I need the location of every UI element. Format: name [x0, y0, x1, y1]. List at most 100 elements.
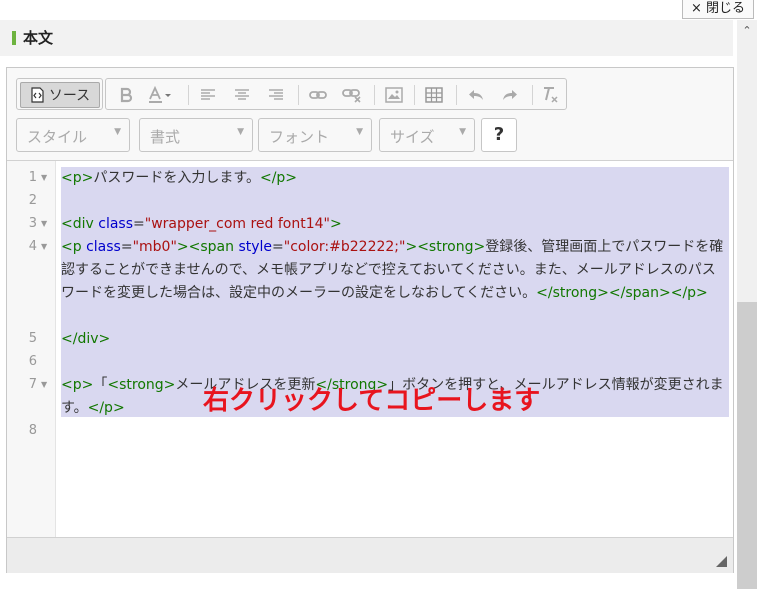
unlink-icon: [342, 89, 361, 103]
toolbar-separator: [532, 85, 533, 105]
attr-eq: =: [133, 216, 145, 232]
undo-icon: [469, 90, 483, 100]
font-color-button[interactable]: [144, 82, 180, 108]
chevron-down-icon: ▼: [459, 127, 466, 137]
align-left-button[interactable]: [194, 82, 222, 108]
size-dropdown[interactable]: サイズ ▼: [379, 118, 475, 152]
line-number: 7: [28, 377, 37, 392]
toolbar-group-formatting: [105, 78, 567, 110]
annotation-text: 右クリックしてコピーします: [203, 386, 541, 416]
source-icon: [31, 87, 44, 103]
remove-format-button[interactable]: [536, 82, 564, 108]
align-right-button[interactable]: [262, 82, 290, 108]
attr-value: "wrapper_com red font14": [144, 216, 330, 232]
toolbar-separator: [456, 85, 457, 105]
scrollbar-thumb[interactable]: [737, 302, 757, 589]
source-code-area[interactable]: 1 ▼ 2 3 ▼ 4 ▼ 5 6 7 ▼ 8 <p>パスワードを入力します。<…: [7, 161, 733, 537]
undo-button[interactable]: [462, 82, 490, 108]
html-tag: >: [329, 216, 342, 232]
style-dropdown[interactable]: スタイル ▼: [16, 118, 130, 152]
fold-arrow-icon[interactable]: ▼: [41, 242, 47, 251]
attr-value: "color:#b22222;": [283, 239, 406, 255]
attr-eq: =: [272, 239, 284, 255]
line-number: 4: [28, 239, 37, 254]
attr-name: style: [238, 239, 273, 255]
align-right-icon: [269, 89, 283, 100]
source-button-label: ソース: [48, 88, 91, 104]
code-line-3: <div class="wrapper_com red font14">: [61, 213, 725, 236]
html-tag: </p>: [87, 400, 125, 416]
html-tag: <strong>: [107, 377, 176, 393]
line-number: 5: [28, 331, 37, 346]
link-button[interactable]: [304, 82, 332, 108]
table-icon: [425, 87, 443, 103]
align-center-button[interactable]: [228, 82, 256, 108]
code-line-5: </div>: [61, 328, 725, 351]
unlink-button[interactable]: [338, 82, 366, 108]
line-number: 3: [28, 216, 37, 231]
line-number: 1: [28, 170, 37, 185]
chevron-down-icon: ▼: [237, 127, 244, 137]
resize-handle-icon[interactable]: [716, 556, 727, 567]
help-button[interactable]: ?: [481, 118, 517, 152]
code-line-4: <p class="mb0"><span style="color:#b2222…: [61, 236, 725, 305]
fold-arrow-icon[interactable]: ▼: [41, 173, 47, 182]
html-tag: </span>: [608, 285, 671, 301]
size-dropdown-label: サイズ: [390, 128, 435, 146]
text-node: 「: [93, 377, 108, 393]
bold-icon: [120, 87, 133, 103]
chevron-down-icon: ▼: [114, 127, 121, 137]
attr-name: class: [86, 239, 121, 255]
scroll-up-icon[interactable]: ⌃: [737, 24, 757, 40]
image-button[interactable]: [380, 82, 408, 108]
bold-button[interactable]: [112, 82, 140, 108]
html-tag: <strong>: [417, 239, 486, 255]
link-icon: [309, 91, 327, 99]
rich-text-editor: ソース スタイル ▼ 書式 ▼ フォント ▼ サイズ ▼ ? 1 ▼ 2 3 ▼…: [6, 67, 734, 573]
style-dropdown-label: スタイル: [27, 128, 88, 146]
attr-eq: =: [120, 239, 133, 255]
html-tag: >: [176, 239, 189, 255]
section-title: 本文: [23, 29, 54, 47]
align-left-icon: [201, 89, 215, 100]
toolbar-separator: [374, 85, 375, 105]
toolbar-separator: [188, 85, 189, 105]
code-line-1: <p>パスワードを入力します。</p>: [61, 167, 725, 190]
font-color-icon: [149, 86, 171, 103]
source-button[interactable]: ソース: [20, 82, 100, 108]
html-tag: <div: [61, 216, 99, 232]
html-tag: <p>: [61, 170, 94, 186]
redo-button[interactable]: [496, 82, 524, 108]
fold-arrow-icon[interactable]: ▼: [41, 380, 47, 389]
attr-name: class: [98, 216, 134, 232]
close-button[interactable]: × 閉じる: [682, 0, 754, 19]
font-dropdown-label: フォント: [269, 128, 330, 146]
html-tag: <p>: [61, 377, 94, 393]
format-dropdown[interactable]: 書式 ▼: [139, 118, 253, 152]
attr-value: "mb0": [132, 239, 177, 255]
html-tag: </strong>: [536, 285, 609, 301]
toolbar-separator: [414, 85, 415, 105]
remove-format-icon: [544, 87, 558, 103]
line-number: 8: [28, 423, 37, 438]
line-number: 6: [28, 354, 37, 369]
redo-icon: [503, 90, 517, 100]
html-tag: </p>: [670, 285, 708, 301]
font-dropdown[interactable]: フォント ▼: [258, 118, 372, 152]
text-node: パスワードを入力します。: [93, 170, 260, 186]
html-tag: <p: [61, 239, 87, 255]
html-tag: <span: [188, 239, 239, 255]
editor-status-bar: [7, 537, 733, 573]
toolbar-separator: [298, 85, 299, 105]
line-number: 2: [28, 193, 37, 208]
editor-toolbar: ソース スタイル ▼ 書式 ▼ フォント ▼ サイズ ▼ ?: [7, 68, 733, 161]
html-tag: </p>: [259, 170, 298, 186]
fold-arrow-icon[interactable]: ▼: [41, 219, 47, 228]
section-header: 本文: [0, 20, 733, 56]
table-button[interactable]: [420, 82, 448, 108]
align-center-icon: [235, 89, 249, 100]
html-tag: >: [405, 239, 418, 255]
format-dropdown-label: 書式: [150, 128, 181, 146]
chevron-down-icon: ▼: [356, 127, 363, 137]
toolbar-group-source: ソース: [16, 78, 103, 110]
